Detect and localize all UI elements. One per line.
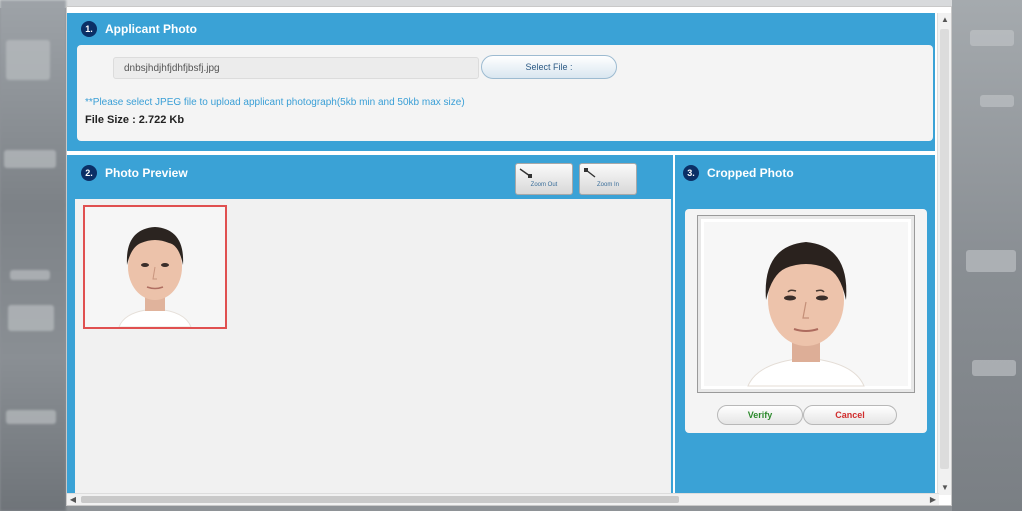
scroll-down-arrow-icon[interactable]: ▼ xyxy=(938,481,951,495)
verify-button[interactable]: Verify xyxy=(717,405,803,425)
cancel-button[interactable]: Cancel xyxy=(803,405,897,425)
scroll-right-arrow-icon[interactable]: ▶ xyxy=(927,494,939,505)
zoom-out-label: Zoom Out xyxy=(530,182,558,188)
scroll-up-arrow-icon[interactable]: ▲ xyxy=(938,13,951,27)
applicant-photo-section: 1. Applicant Photo dnbsjhdjhfjdhfjbsfj.j… xyxy=(67,13,935,151)
section-title: Cropped Photo xyxy=(707,166,794,180)
zoom-in-label: Zoom In xyxy=(596,182,619,188)
step-badge: 1. xyxy=(81,21,97,37)
applicant-photo-thumbnail xyxy=(85,207,225,327)
crop-selection-box[interactable] xyxy=(83,205,227,329)
horizontal-scrollbar[interactable]: ◀ ▶ xyxy=(67,493,939,505)
photo-preview-canvas[interactable] xyxy=(75,199,671,495)
file-size-text: File Size : 2.722 Kb xyxy=(85,114,185,126)
step-badge: 2. xyxy=(81,165,97,181)
vertical-scroll-thumb[interactable] xyxy=(940,29,949,469)
cropped-photo-frame xyxy=(697,215,915,393)
cropped-photo-card: Verify Cancel xyxy=(685,209,927,433)
applicant-photo-header: 1. Applicant Photo xyxy=(81,21,197,37)
scroll-left-arrow-icon[interactable]: ◀ xyxy=(67,494,79,505)
upload-photo-dialog: 1. Applicant Photo dnbsjhdjhfjdhfjbsfj.j… xyxy=(66,6,952,506)
select-file-button[interactable]: Select File : xyxy=(481,55,617,79)
step-badge: 3. xyxy=(683,165,699,181)
vertical-scrollbar[interactable]: ▲ ▼ xyxy=(937,13,951,495)
cropped-applicant-photo xyxy=(704,222,908,387)
photo-preview-header: 2. Photo Preview xyxy=(81,165,188,181)
section-title: Applicant Photo xyxy=(105,22,197,36)
background-page-left xyxy=(0,0,66,511)
background-page-right xyxy=(952,0,1022,511)
section-title: Photo Preview xyxy=(105,166,188,180)
applicant-photo-body: dnbsjhdjhfjdhfjbsfj.jpg Select File : **… xyxy=(77,45,933,141)
photo-preview-section: 2. Photo Preview Zoom Out Zoom In xyxy=(67,155,673,495)
zoom-in-button[interactable]: Zoom In xyxy=(579,163,637,195)
file-name-field[interactable]: dnbsjhdjhfjdhfjbsfj.jpg xyxy=(113,57,479,79)
cropped-photo-section: 3. Cropped Photo Verify Cancel xyxy=(675,155,935,495)
zoom-in-icon xyxy=(580,166,636,180)
upload-hint-text: **Please select JPEG file to upload appl… xyxy=(85,97,465,108)
cropped-photo-header: 3. Cropped Photo xyxy=(683,165,794,181)
zoom-out-icon xyxy=(516,166,572,180)
horizontal-scroll-thumb[interactable] xyxy=(81,496,679,503)
zoom-out-button[interactable]: Zoom Out xyxy=(515,163,573,195)
